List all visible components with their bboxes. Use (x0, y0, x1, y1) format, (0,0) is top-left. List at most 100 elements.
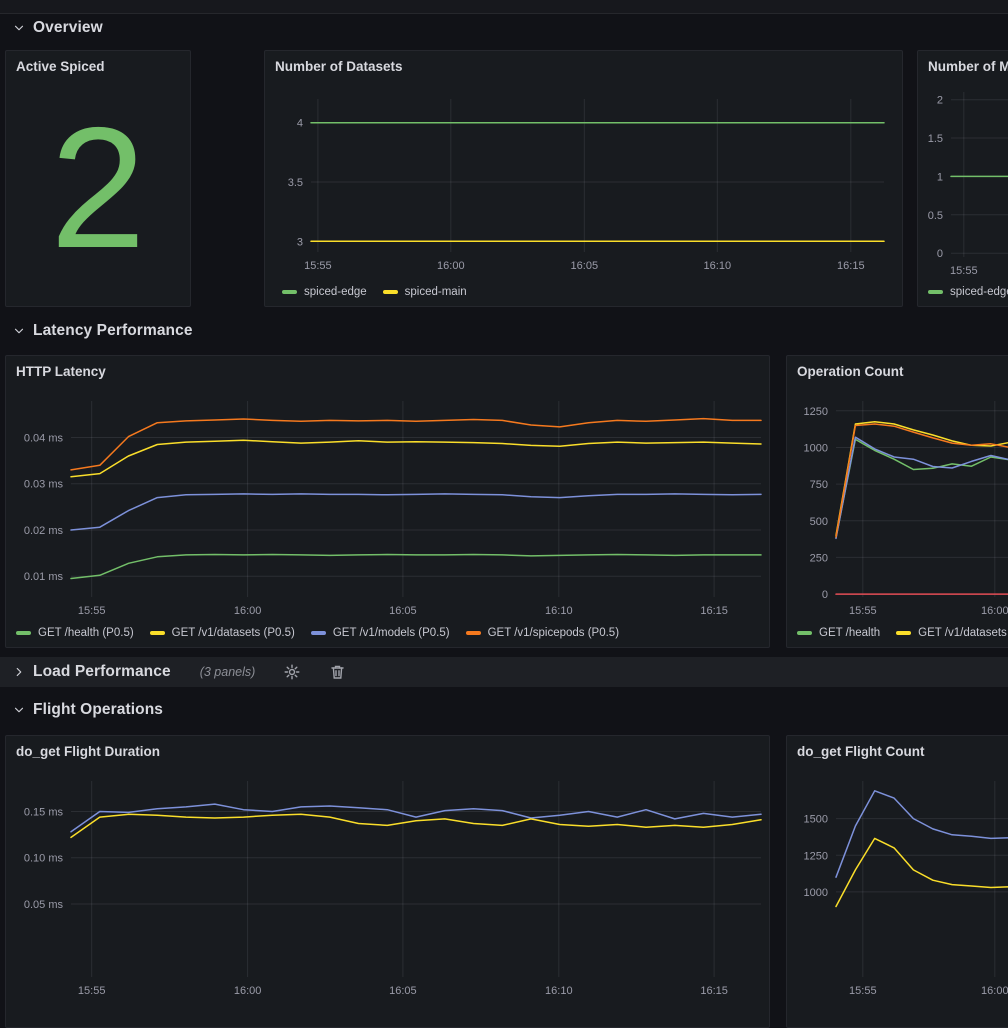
chart-legend: GET /health GET /v1/datasets (797, 627, 1008, 639)
panel-http-latency: HTTP Latency 0.01 ms0.02 ms0.03 ms0.04 m… (5, 355, 770, 648)
x-axis-tick-label: 15:55 (950, 265, 978, 277)
x-axis-tick-label: 16:15 (700, 985, 728, 997)
legend-color-dash (928, 290, 943, 294)
y-axis-tick-label: 1500 (804, 814, 828, 826)
chart-number-of-models[interactable]: 00.511.5215:5516:00 (918, 51, 1008, 306)
panel-title-do-get-flight-count[interactable]: do_get Flight Count (797, 744, 1008, 759)
series-line-GET /v1/datasets (836, 422, 1008, 536)
legend-label: spiced-main (405, 286, 467, 298)
section-row-latency-performance[interactable]: Latency Performance (0, 318, 1008, 344)
y-axis-tick-label: 0.02 ms (24, 525, 64, 537)
section-title-overview: Overview (33, 19, 103, 37)
x-axis-tick-label: 15:55 (304, 260, 332, 272)
panel-do-get-flight-count: do_get Flight Count 15001250100015:5516:… (786, 735, 1008, 1028)
series-line-GET /v1/models (836, 437, 1008, 538)
trash-icon[interactable] (329, 664, 345, 680)
chart-legend: spiced-edge (928, 286, 1008, 298)
legend-item[interactable]: spiced-edge (928, 286, 1008, 298)
legend-item[interactable]: spiced-edge (282, 286, 367, 298)
y-axis-tick-label: 250 (810, 552, 828, 564)
series-line-series-blue (836, 791, 1008, 877)
y-axis-tick-label: 1250 (804, 406, 828, 418)
chart-do-get-flight-duration[interactable]: 0.15 ms0.10 ms0.05 ms15:5516:0016:0516:1… (6, 736, 769, 1027)
chart-do-get-flight-count[interactable]: 15001250100015:5516:00 (787, 736, 1008, 1027)
chart-legend: GET /health (P0.5) GET /v1/datasets (P0.5… (16, 627, 765, 639)
legend-item[interactable]: spiced-main (383, 286, 467, 298)
chevron-down-icon (12, 703, 26, 717)
series-line-GET /v1/spicepods (P0.5) (71, 419, 761, 470)
panel-number-of-models: Number of Models 00.511.5215:5516:00 spi… (917, 50, 1008, 307)
legend-label: spiced-edge (950, 286, 1008, 298)
section-title-flight-operations: Flight Operations (33, 701, 163, 719)
y-axis-tick-label: 0 (937, 248, 943, 260)
section-row-load-performance[interactable]: Load Performance (3 panels) (0, 657, 1008, 687)
stat-value: 2 (6, 69, 190, 306)
y-axis-tick-label: 750 (810, 479, 828, 491)
series-line-series-blue (71, 804, 761, 832)
series-line-GET /health (P0.5) (71, 555, 761, 579)
legend-label: GET /v1/datasets (918, 627, 1007, 639)
y-axis-tick-label: 1.5 (928, 133, 943, 145)
legend-color-dash (466, 631, 481, 635)
section-row-flight-operations[interactable]: Flight Operations (0, 697, 1008, 723)
x-axis-tick-label: 16:15 (700, 605, 728, 617)
chart-number-of-datasets[interactable]: 33.5415:5516:0016:0516:1016:15 (265, 51, 902, 306)
y-axis-tick-label: 500 (810, 516, 828, 528)
panel-number-of-datasets: Number of Datasets 33.5415:5516:0016:051… (264, 50, 903, 307)
panel-title-http-latency[interactable]: HTTP Latency (16, 364, 759, 379)
chevron-down-icon (12, 324, 26, 338)
series-line-GET /health (836, 439, 1008, 537)
series-line-GET /v1/models (P0.5) (71, 494, 761, 530)
y-axis-tick-label: 3 (297, 236, 303, 248)
x-axis-tick-label: 15:55 (78, 985, 106, 997)
panel-title-operation-count[interactable]: Operation Count (797, 364, 1008, 379)
gear-icon[interactable] (284, 664, 300, 680)
legend-color-dash (16, 631, 31, 635)
y-axis-tick-label: 0.03 ms (24, 479, 64, 491)
y-axis-tick-label: 0.01 ms (24, 571, 64, 583)
legend-item[interactable]: GET /v1/datasets (P0.5) (150, 627, 295, 639)
chart-operation-count[interactable]: 02505007501000125015:5516:00 (787, 356, 1008, 647)
legend-item[interactable]: GET /v1/datasets (896, 627, 1007, 639)
chart-http-latency[interactable]: 0.01 ms0.02 ms0.03 ms0.04 ms15:5516:0016… (6, 356, 769, 647)
section-title-load-performance: Load Performance (33, 663, 171, 681)
section-row-overview[interactable]: Overview (0, 15, 1008, 41)
legend-item[interactable]: GET /health (P0.5) (16, 627, 134, 639)
panel-title-do-get-flight-duration[interactable]: do_get Flight Duration (16, 744, 759, 759)
panel-title-active-spiced[interactable]: Active Spiced (16, 59, 180, 74)
top-toolbar-edge (0, 0, 1008, 14)
y-axis-tick-label: 3.5 (288, 177, 303, 189)
panel-title-number-of-models[interactable]: Number of Models (928, 59, 1008, 74)
x-axis-tick-label: 16:00 (437, 260, 465, 272)
y-axis-tick-label: 1 (937, 171, 943, 183)
panel-title-number-of-datasets[interactable]: Number of Datasets (275, 59, 892, 74)
panel-active-spiced: Active Spiced 2 (5, 50, 191, 307)
chevron-down-icon (12, 21, 26, 35)
x-axis-tick-label: 16:05 (389, 605, 417, 617)
chart-legend: spiced-edge spiced-main (282, 286, 898, 298)
legend-item[interactable]: GET /v1/models (P0.5) (311, 627, 450, 639)
legend-label: GET /v1/spicepods (P0.5) (488, 627, 619, 639)
x-axis-tick-label: 16:10 (704, 260, 732, 272)
x-axis-tick-label: 16:10 (545, 985, 573, 997)
y-axis-tick-label: 0.15 ms (24, 807, 64, 819)
panel-do-get-flight-duration: do_get Flight Duration 0.15 ms0.10 ms0.0… (5, 735, 770, 1028)
y-axis-tick-label: 0.5 (928, 210, 943, 222)
y-axis-tick-label: 2 (937, 95, 943, 107)
y-axis-tick-label: 0 (822, 589, 828, 601)
x-axis-tick-label: 15:55 (849, 985, 877, 997)
legend-item[interactable]: GET /health (797, 627, 880, 639)
legend-label: GET /health (819, 627, 880, 639)
y-axis-tick-label: 4 (297, 118, 303, 130)
panels-count-note: (3 panels) (200, 665, 256, 679)
legend-item[interactable]: GET /v1/spicepods (P0.5) (466, 627, 619, 639)
dashboard-page: { "page": { "background": "#111217", "pa… (0, 0, 1008, 849)
series-line-GET /v1/datasets (P0.5) (71, 440, 761, 477)
section-title-latency-performance: Latency Performance (33, 322, 193, 340)
x-axis-tick-label: 16:00 (981, 605, 1008, 617)
x-axis-tick-label: 16:05 (389, 985, 417, 997)
x-axis-tick-label: 15:55 (849, 605, 877, 617)
y-axis-tick-label: 1000 (804, 887, 828, 899)
legend-label: GET /v1/datasets (P0.5) (172, 627, 295, 639)
legend-color-dash (383, 290, 398, 294)
